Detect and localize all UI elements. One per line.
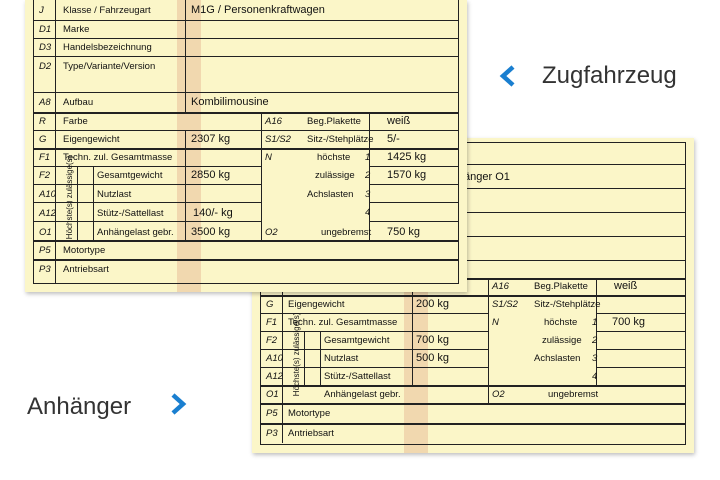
vehicle-o1-label: Anhängelast gebr. — [97, 227, 174, 238]
vehicle-g-code: G — [39, 134, 47, 145]
trailer-a12-label: Stütz-/Sattellast — [324, 371, 391, 382]
trailer-g-value: 200 kg — [416, 298, 450, 310]
trailer-axle-3: 3 — [592, 353, 598, 364]
vehicle-axle-1: 1 — [365, 152, 371, 163]
trailer-o2-label: ungebremst — [548, 389, 599, 400]
vehicle-achslasten: Achslasten — [307, 189, 354, 200]
trailer-top-value: änger O1 — [464, 171, 510, 183]
vehicle-j-code: J — [39, 5, 44, 16]
vehicle-p5-code: P5 — [39, 245, 51, 256]
trailer-o2-code: O2 — [492, 389, 505, 400]
vehicle-s1s2-value: 5/- — [387, 133, 400, 145]
trailer-f1-label: Techn. zul. Gesamtmasse — [288, 317, 398, 328]
vehicle-f2-code: F2 — [39, 170, 51, 181]
vehicle-a8-code: A8 — [39, 97, 51, 108]
vehicle-a16-code: A16 — [265, 116, 282, 127]
trailer-zulaessige: zulässige — [542, 335, 582, 346]
vehicle-d1-code: D1 — [39, 24, 52, 35]
vehicle-hz-vertical: Höchste(s) zulässige(s) — [64, 155, 74, 240]
trailer-p3-label: Antriebsart — [288, 428, 334, 439]
chevron-left-icon — [499, 65, 515, 87]
trailer-a10-value: 500 kg — [416, 352, 450, 364]
trailer-hoechste: höchste — [544, 317, 578, 328]
vehicle-p3-label: Antriebsart — [63, 264, 109, 275]
vehicle-d2-code: D2 — [39, 61, 52, 72]
trailer-a16-label: Beg.Plakette — [534, 281, 588, 292]
vehicle-a10-label: Nutzlast — [97, 189, 132, 200]
trailer-p5-label: Motortype — [288, 408, 331, 419]
trailer-p5-code: P5 — [266, 408, 278, 419]
vehicle-n-code: N — [265, 152, 272, 163]
vehicle-d2-label: Type/Variante/Version — [63, 61, 156, 72]
trailer-n-code: N — [492, 317, 499, 328]
trailer-axle-1: 1 — [592, 317, 598, 328]
vehicle-axle-2-value: 1570 kg — [387, 169, 427, 181]
vehicle-r-label: Farbe — [63, 116, 88, 127]
vehicle-d3-label: Handelsbezeichnung — [63, 42, 152, 53]
vehicle-o1-value: 3500 kg — [191, 226, 231, 238]
vehicle-axle-2: 2 — [365, 170, 371, 181]
trailer-a16-value: weiß — [614, 280, 638, 292]
trailer-a12-code: A12 — [266, 371, 283, 382]
vehicle-a16-label: Beg.Plakette — [307, 116, 361, 127]
vehicle-axle-1-value: 1425 kg — [387, 151, 427, 163]
vehicle-p5-label: Motortype — [63, 245, 106, 256]
trailer-achslasten: Achslasten — [534, 353, 581, 364]
vehicle-o2-value: 750 kg — [387, 226, 421, 238]
vehicle-r-code: R — [39, 116, 46, 127]
vehicle-a12-value: 140/- kg — [193, 207, 233, 219]
trailer-s1s2-code: S1/S2 — [492, 299, 518, 310]
trailer-hz-vertical: Höchste(s) zulässige(s) — [291, 312, 301, 397]
trailer-p3-code: P3 — [266, 428, 278, 439]
vehicle-f2-value: 2850 kg — [191, 169, 231, 181]
vehicle-g-label: Eigengewicht — [63, 134, 120, 145]
vehicle-zulaessige: zulässige — [315, 170, 355, 181]
trailer-a16-code: A16 — [492, 281, 509, 292]
vehicle-j-label: Klasse / Fahrzeugart — [63, 5, 151, 16]
trailer-f2-code: F2 — [266, 335, 278, 346]
vehicle-a12-code: A12 — [39, 208, 56, 219]
trailer-o1-code: O1 — [266, 389, 279, 400]
vehicle-a12-label: Stütz-/Sattellast — [97, 208, 164, 219]
vehicle-a8-value: Kombilimousine — [191, 96, 269, 108]
trailer-f2-label: Gesamtgewicht — [324, 335, 390, 346]
vehicle-a16-value: weiß — [387, 115, 411, 127]
vehicle-a8-label: Aufbau — [63, 97, 94, 108]
vehicle-o1-code: O1 — [39, 227, 52, 238]
zugfahrzeug-label: Zugfahrzeug — [542, 62, 677, 89]
trailer-s1s2-label: Sitz-/Stehplätze — [534, 299, 601, 310]
anhaenger-label: Anhänger — [27, 393, 132, 420]
vehicle-g-value: 2307 kg — [191, 133, 231, 145]
vehicle-o2-code: O2 — [265, 227, 278, 238]
vehicle-d1-label: Marke — [63, 24, 90, 35]
vehicle-j-value: M1G / Personenkraftwagen — [191, 4, 325, 16]
vehicle-a10-code: A10 — [39, 189, 56, 200]
vehicle-p3-code: P3 — [39, 264, 51, 275]
vehicle-o2-label: ungebremst — [321, 227, 372, 238]
trailer-axle-2: 2 — [592, 335, 598, 346]
trailer-g-label: Eigengewicht — [288, 299, 345, 310]
vehicle-f1-code: F1 — [39, 152, 51, 163]
vehicle-f2-label: Gesamtgewicht — [97, 170, 163, 181]
vehicle-axle-4: 4 — [365, 207, 371, 218]
vehicle-s1s2-code: S1/S2 — [265, 134, 291, 145]
vehicle-s1s2-label: Sitz-/Stehplätze — [307, 134, 374, 145]
trailer-g-code: G — [266, 299, 274, 310]
vehicle-axle-3: 3 — [365, 189, 371, 200]
vehicle-f1-label: Techn. zul. Gesamtmasse — [63, 152, 173, 163]
trailer-f2-value: 700 kg — [416, 334, 450, 346]
vehicle-hoechste: höchste — [317, 152, 351, 163]
trailer-a10-code: A10 — [266, 353, 283, 364]
trailer-f1-code: F1 — [266, 317, 278, 328]
vehicle-d3-code: D3 — [39, 42, 52, 53]
chevron-right-icon — [171, 393, 187, 415]
trailer-o1-label: Anhängelast gebr. — [324, 389, 401, 400]
trailer-axle-4: 4 — [592, 371, 598, 382]
trailer-a10-label: Nutzlast — [324, 353, 359, 364]
trailer-axle-1-value: 700 kg — [612, 316, 646, 328]
vehicle-registration-card: J Klasse / Fahrzeugart M1G / Personenkra… — [25, 0, 467, 292]
